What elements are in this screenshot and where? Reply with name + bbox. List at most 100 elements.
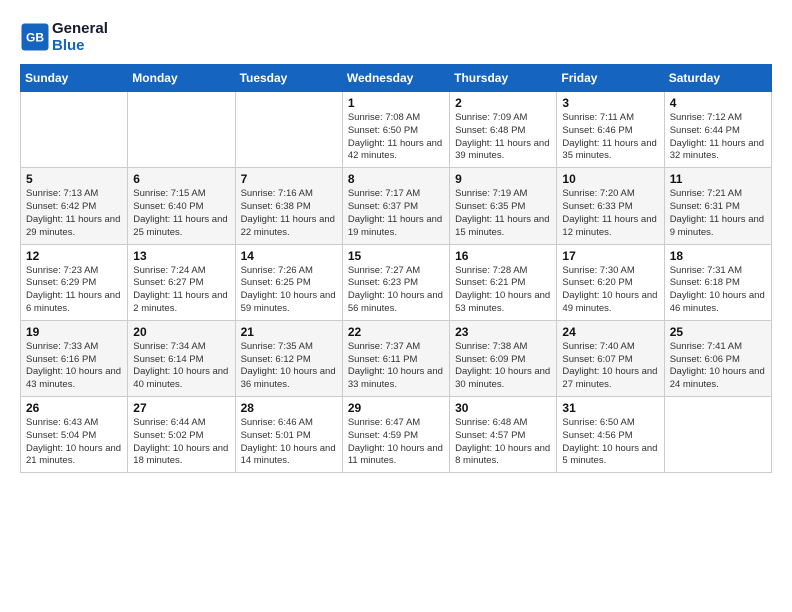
calendar-cell: 31 Sunrise: 6:50 AM Sunset: 4:56 PM Dayli… (557, 397, 664, 473)
calendar-cell: 21 Sunrise: 7:35 AM Sunset: 6:12 PM Dayli… (235, 320, 342, 396)
day-number: 7 (241, 172, 337, 186)
calendar-cell: 2Sunrise: 7:09 AM Sunset: 6:48 PM Daylig… (450, 92, 557, 168)
day-info: Sunrise: 7:38 AM Sunset: 6:09 PM Dayligh… (455, 341, 551, 392)
day-number: 27 (133, 401, 229, 415)
day-info: Sunrise: 7:21 AM Sunset: 6:31 PM Dayligh… (670, 188, 766, 239)
day-info: Sunrise: 6:46 AM Sunset: 5:01 PM Dayligh… (241, 417, 337, 468)
calendar-cell: 30 Sunrise: 6:48 AM Sunset: 4:57 PM Dayli… (450, 397, 557, 473)
calendar-cell: 3 Sunrise: 7:11 AM Sunset: 6:46 PM Daylig… (557, 92, 664, 168)
day-number: 8 (348, 172, 444, 186)
calendar-cell: 4 Sunrise: 7:12 AM Sunset: 6:44 PM Daylig… (664, 92, 771, 168)
calendar-cell: 27 Sunrise: 6:44 AM Sunset: 5:02 PM Dayli… (128, 397, 235, 473)
calendar-cell: 19 Sunrise: 7:33 AM Sunset: 6:16 PM Dayli… (21, 320, 128, 396)
calendar-cell: 6 Sunrise: 7:15 AM Sunset: 6:40 PM Daylig… (128, 168, 235, 244)
day-number: 13 (133, 249, 229, 263)
calendar-cell: 10 Sunrise: 7:20 AM Sunset: 6:33 PM Dayli… (557, 168, 664, 244)
calendar-cell: 17Sunrise: 7:30 AM Sunset: 6:20 PM Dayli… (557, 244, 664, 320)
day-number: 11 (670, 172, 766, 186)
calendar-cell: 25Sunrise: 7:41 AM Sunset: 6:06 PM Dayli… (664, 320, 771, 396)
day-info: Sunrise: 7:30 AM Sunset: 6:20 PM Dayligh… (562, 265, 658, 316)
day-number: 1 (348, 96, 444, 110)
calendar-table: SundayMondayTuesdayWednesdayThursdayFrid… (20, 64, 772, 473)
day-number: 4 (670, 96, 766, 110)
day-number: 3 (562, 96, 658, 110)
day-number: 10 (562, 172, 658, 186)
calendar-header-row: SundayMondayTuesdayWednesdayThursdayFrid… (21, 65, 772, 92)
calendar-cell: 20 Sunrise: 7:34 AM Sunset: 6:14 PM Dayli… (128, 320, 235, 396)
day-number: 31 (562, 401, 658, 415)
day-info: Sunrise: 7:11 AM Sunset: 6:46 PM Dayligh… (562, 112, 658, 163)
week-row-3: 12 Sunrise: 7:23 AM Sunset: 6:29 PM Dayli… (21, 244, 772, 320)
week-row-2: 5Sunrise: 7:13 AM Sunset: 6:42 PM Daylig… (21, 168, 772, 244)
day-info: Sunrise: 7:12 AM Sunset: 6:44 PM Dayligh… (670, 112, 766, 163)
day-number: 20 (133, 325, 229, 339)
calendar-cell: 12 Sunrise: 7:23 AM Sunset: 6:29 PM Dayli… (21, 244, 128, 320)
day-info: Sunrise: 7:26 AM Sunset: 6:25 PM Dayligh… (241, 265, 337, 316)
day-info: Sunrise: 7:17 AM Sunset: 6:37 PM Dayligh… (348, 188, 444, 239)
day-number: 2 (455, 96, 551, 110)
day-info: Sunrise: 6:47 AM Sunset: 4:59 PM Dayligh… (348, 417, 444, 468)
calendar-cell (664, 397, 771, 473)
calendar-cell: 5Sunrise: 7:13 AM Sunset: 6:42 PM Daylig… (21, 168, 128, 244)
calendar-cell: 7 Sunrise: 7:16 AM Sunset: 6:38 PM Daylig… (235, 168, 342, 244)
calendar-cell: 8 Sunrise: 7:17 AM Sunset: 6:37 PM Daylig… (342, 168, 449, 244)
day-header-friday: Friday (557, 65, 664, 92)
day-info: Sunrise: 6:44 AM Sunset: 5:02 PM Dayligh… (133, 417, 229, 468)
day-number: 22 (348, 325, 444, 339)
calendar-cell: 26 Sunrise: 6:43 AM Sunset: 5:04 PM Dayli… (21, 397, 128, 473)
day-info: Sunrise: 7:08 AM Sunset: 6:50 PM Dayligh… (348, 112, 444, 163)
day-header-monday: Monday (128, 65, 235, 92)
day-info: Sunrise: 7:27 AM Sunset: 6:23 PM Dayligh… (348, 265, 444, 316)
day-number: 30 (455, 401, 551, 415)
calendar-cell: 18 Sunrise: 7:31 AM Sunset: 6:18 PM Dayli… (664, 244, 771, 320)
day-info: Sunrise: 7:19 AM Sunset: 6:35 PM Dayligh… (455, 188, 551, 239)
svg-text:GB: GB (26, 31, 44, 45)
day-info: Sunrise: 6:50 AM Sunset: 4:56 PM Dayligh… (562, 417, 658, 468)
day-info: Sunrise: 7:28 AM Sunset: 6:21 PM Dayligh… (455, 265, 551, 316)
day-number: 14 (241, 249, 337, 263)
week-row-4: 19 Sunrise: 7:33 AM Sunset: 6:16 PM Dayli… (21, 320, 772, 396)
calendar-cell: 14 Sunrise: 7:26 AM Sunset: 6:25 PM Dayli… (235, 244, 342, 320)
day-header-thursday: Thursday (450, 65, 557, 92)
day-number: 23 (455, 325, 551, 339)
day-number: 18 (670, 249, 766, 263)
calendar-body: 1 Sunrise: 7:08 AM Sunset: 6:50 PM Daylig… (21, 92, 772, 473)
day-header-tuesday: Tuesday (235, 65, 342, 92)
logo: GB General Blue (20, 20, 108, 54)
week-row-1: 1 Sunrise: 7:08 AM Sunset: 6:50 PM Daylig… (21, 92, 772, 168)
logo-icon: GB (20, 22, 50, 52)
day-info: Sunrise: 7:31 AM Sunset: 6:18 PM Dayligh… (670, 265, 766, 316)
day-number: 29 (348, 401, 444, 415)
calendar-cell (21, 92, 128, 168)
day-number: 21 (241, 325, 337, 339)
calendar-cell: 29 Sunrise: 6:47 AM Sunset: 4:59 PM Dayli… (342, 397, 449, 473)
day-header-wednesday: Wednesday (342, 65, 449, 92)
day-number: 6 (133, 172, 229, 186)
day-info: Sunrise: 7:35 AM Sunset: 6:12 PM Dayligh… (241, 341, 337, 392)
calendar-cell: 1 Sunrise: 7:08 AM Sunset: 6:50 PM Daylig… (342, 92, 449, 168)
day-info: Sunrise: 7:13 AM Sunset: 6:42 PM Dayligh… (26, 188, 122, 239)
calendar-cell: 22Sunrise: 7:37 AM Sunset: 6:11 PM Dayli… (342, 320, 449, 396)
day-number: 12 (26, 249, 122, 263)
day-number: 26 (26, 401, 122, 415)
day-info: Sunrise: 7:24 AM Sunset: 6:27 PM Dayligh… (133, 265, 229, 316)
day-info: Sunrise: 7:16 AM Sunset: 6:38 PM Dayligh… (241, 188, 337, 239)
calendar-cell: 11 Sunrise: 7:21 AM Sunset: 6:31 PM Dayli… (664, 168, 771, 244)
calendar-cell (235, 92, 342, 168)
day-info: Sunrise: 7:34 AM Sunset: 6:14 PM Dayligh… (133, 341, 229, 392)
day-info: Sunrise: 7:33 AM Sunset: 6:16 PM Dayligh… (26, 341, 122, 392)
day-info: Sunrise: 6:48 AM Sunset: 4:57 PM Dayligh… (455, 417, 551, 468)
day-info: Sunrise: 6:43 AM Sunset: 5:04 PM Dayligh… (26, 417, 122, 468)
day-info: Sunrise: 7:15 AM Sunset: 6:40 PM Dayligh… (133, 188, 229, 239)
day-number: 15 (348, 249, 444, 263)
calendar-cell: 16Sunrise: 7:28 AM Sunset: 6:21 PM Dayli… (450, 244, 557, 320)
day-info: Sunrise: 7:41 AM Sunset: 6:06 PM Dayligh… (670, 341, 766, 392)
day-number: 28 (241, 401, 337, 415)
day-info: Sunrise: 7:40 AM Sunset: 6:07 PM Dayligh… (562, 341, 658, 392)
week-row-5: 26 Sunrise: 6:43 AM Sunset: 5:04 PM Dayli… (21, 397, 772, 473)
page-header: GB General Blue (20, 20, 772, 54)
calendar-cell: 15 Sunrise: 7:27 AM Sunset: 6:23 PM Dayli… (342, 244, 449, 320)
day-info: Sunrise: 7:20 AM Sunset: 6:33 PM Dayligh… (562, 188, 658, 239)
day-number: 19 (26, 325, 122, 339)
day-info: Sunrise: 7:23 AM Sunset: 6:29 PM Dayligh… (26, 265, 122, 316)
